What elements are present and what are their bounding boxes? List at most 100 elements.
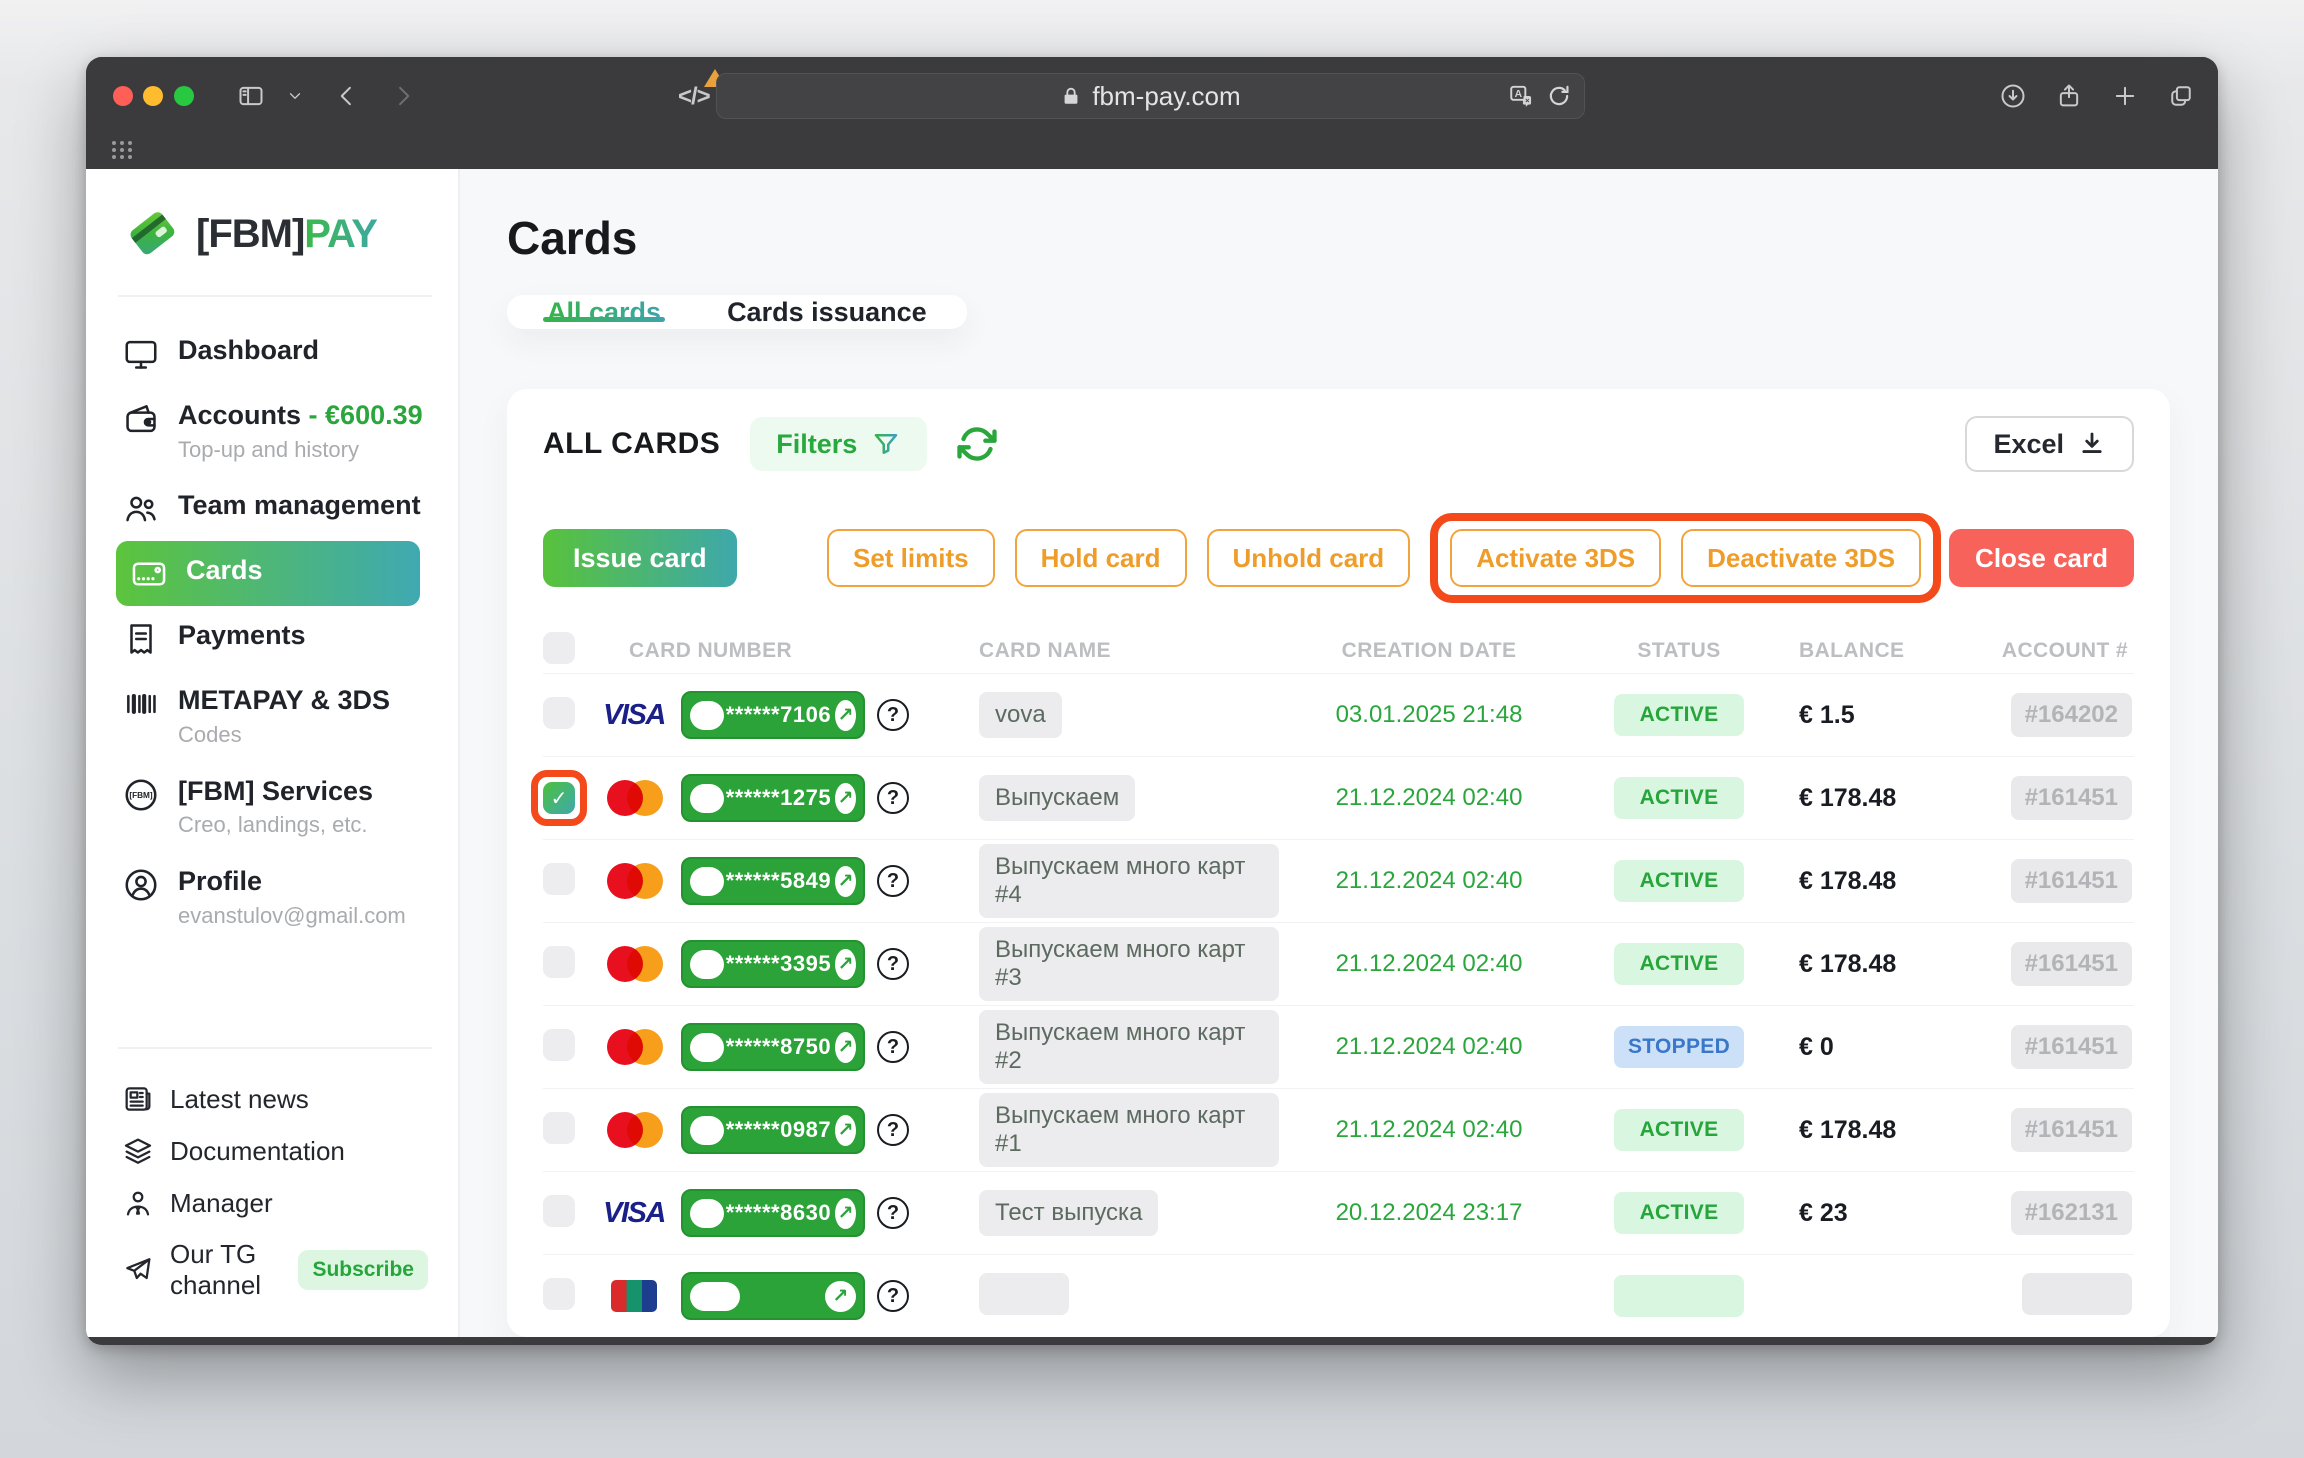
help-icon[interactable]: ? [877,1280,909,1312]
panel-heading: ALL CARDS [543,427,721,460]
sidebar-item-label: Payments [178,620,306,651]
help-icon[interactable]: ? [877,865,909,897]
filters-button[interactable]: Filters [750,417,928,471]
row-checkbox[interactable] [543,1277,575,1310]
page-title: Cards [507,212,638,264]
web-inspector-icon[interactable]: </> [678,69,726,111]
help-icon[interactable]: ? [877,782,909,814]
row-checkbox[interactable] [543,1111,575,1144]
balance: € 178.48 [1799,783,1897,812]
card-name: Выпускаем много карт #4 [979,844,1279,918]
back-button[interactable] [330,81,364,111]
card-chip [690,1281,740,1311]
sidebar-toggle-icon[interactable] [234,81,268,111]
deactivate-3ds-button[interactable]: Deactivate 3DS [1681,529,1922,587]
close-window-button[interactable] [113,86,133,106]
card-number-pill[interactable]: ******1275 ↗ [681,774,865,822]
open-card-icon[interactable]: ↗ [835,1031,856,1063]
card-number-pill[interactable]: ******7106 ↗ [681,691,865,739]
sidebar-item-team-management[interactable]: Team management [116,476,434,541]
sidebar-item-manager[interactable]: Manager [116,1177,434,1229]
row-checkbox[interactable] [543,862,575,895]
sidebar-item-documentation[interactable]: Documentation [116,1125,434,1177]
sidebar-item-label: Accounts - €600.39 Top-up and history [178,400,423,462]
visa-logo [599,693,669,737]
activate-3ds-button[interactable]: Activate 3DS [1450,529,1662,587]
select-all-checkbox[interactable] [543,632,575,664]
unhold-card-button[interactable]: Unhold card [1206,529,1411,587]
sidebar-item-metapay-3ds[interactable]: METAPAY & 3DS Codes [116,671,434,761]
sidebar-item-latest-news[interactable]: Latest news [116,1073,434,1125]
app-logo[interactable]: [FBM]PAY [116,203,434,265]
sidebar-item-cards[interactable]: Cards [116,541,420,607]
tab-all-cards[interactable]: All cards [542,295,666,329]
table-row: ******7106↗ ? vova 03.01.2025 21:48 ACTI… [543,673,2134,756]
apps-grid-icon[interactable] [112,141,134,159]
lock-icon [1064,87,1078,104]
sidebar-item-tg-channel[interactable]: Our TG channel Subscribe [116,1229,434,1311]
card-number-pill[interactable]: ↗ [681,1272,865,1320]
sidebar-item-accounts[interactable]: Accounts - €600.39 Top-up and history [116,386,434,476]
open-card-icon[interactable]: ↗ [835,699,856,731]
column-header-card-number: CARD NUMBER [629,639,793,662]
refresh-icon[interactable] [957,424,997,464]
open-card-icon[interactable]: ↗ [835,782,856,814]
close-card-button[interactable]: Close card [1949,529,2134,587]
card-number: ******8750 [725,1034,832,1059]
open-card-icon[interactable]: ↗ [835,1114,856,1146]
mastercard-logo [599,1108,669,1152]
excel-export-button[interactable]: Excel [1965,416,2134,472]
tab-cards-issuance[interactable]: Cards issuance [725,295,929,329]
help-icon[interactable]: ? [877,948,909,980]
sidebar-item-payments[interactable]: Payments [116,606,434,671]
account-number: #161451 [2010,1025,2132,1069]
address-bar[interactable]: fbm-pay.com A × [716,73,1585,119]
zoom-window-button[interactable] [174,86,194,106]
forward-button[interactable] [386,81,420,111]
reload-icon[interactable] [1546,83,1572,109]
translate-icon[interactable]: A× [1508,83,1534,109]
creation-date: 21.12.2024 02:40 [1335,867,1523,894]
wallet-icon [122,400,160,438]
sidebar-item-fbm-services[interactable]: [FBM] [FBM] Services Creo, landings, etc. [116,762,434,852]
tab-overview-icon[interactable] [2164,81,2198,111]
new-tab-icon[interactable] [2108,81,2142,111]
row-checkbox[interactable] [543,1028,575,1061]
open-card-icon[interactable]: ↗ [835,1197,856,1229]
open-card-icon[interactable]: ↗ [825,1280,856,1312]
subscribe-badge[interactable]: Subscribe [298,1250,428,1290]
card-number-pill[interactable]: ******8630 ↗ [681,1189,865,1237]
balance: € 23 [1799,1198,1848,1227]
row-checkbox[interactable] [543,1194,575,1227]
set-limits-button[interactable]: Set limits [827,529,995,587]
sidebar-item-sub: Codes [178,722,242,747]
card-number-pill[interactable]: ******8750 ↗ [681,1023,865,1071]
card-number-pill[interactable]: ******0987 ↗ [681,1106,865,1154]
share-icon[interactable] [2052,81,2086,111]
minimize-window-button[interactable] [143,86,163,106]
layers-icon [122,1135,154,1167]
help-icon[interactable]: ? [877,1114,909,1146]
help-icon[interactable]: ? [877,1197,909,1229]
sidebar-item-profile[interactable]: Profile evanstulov@gmail.com [116,852,434,942]
row-checkbox[interactable]: ✓ [543,782,575,814]
creation-date: 03.01.2025 21:48 [1335,701,1523,728]
row-checkbox[interactable] [543,945,575,978]
issue-card-button[interactable]: Issue card [543,529,737,587]
downloads-icon[interactable] [1996,81,2030,111]
row-checkbox[interactable] [543,696,575,729]
mastercard-logo [599,1025,669,1069]
barcode-icon [122,685,160,723]
table-row: ******8630↗ ? Тест выпуска 20.12.2024 23… [543,1171,2134,1254]
sidebar-item-label: Dashboard [178,335,320,365]
card-name: Выпускаем много карт #3 [979,927,1279,1001]
help-icon[interactable]: ? [877,699,909,731]
open-card-icon[interactable]: ↗ [835,865,856,897]
open-card-icon[interactable]: ↗ [835,948,856,980]
help-icon[interactable]: ? [877,1031,909,1063]
hold-card-button[interactable]: Hold card [1014,529,1187,587]
card-number-pill[interactable]: ******5849 ↗ [681,857,865,905]
sidebar-item-dashboard[interactable]: Dashboard [116,321,434,386]
card-number-pill[interactable]: ******3395 ↗ [681,940,865,988]
chevron-down-icon[interactable] [278,81,312,111]
